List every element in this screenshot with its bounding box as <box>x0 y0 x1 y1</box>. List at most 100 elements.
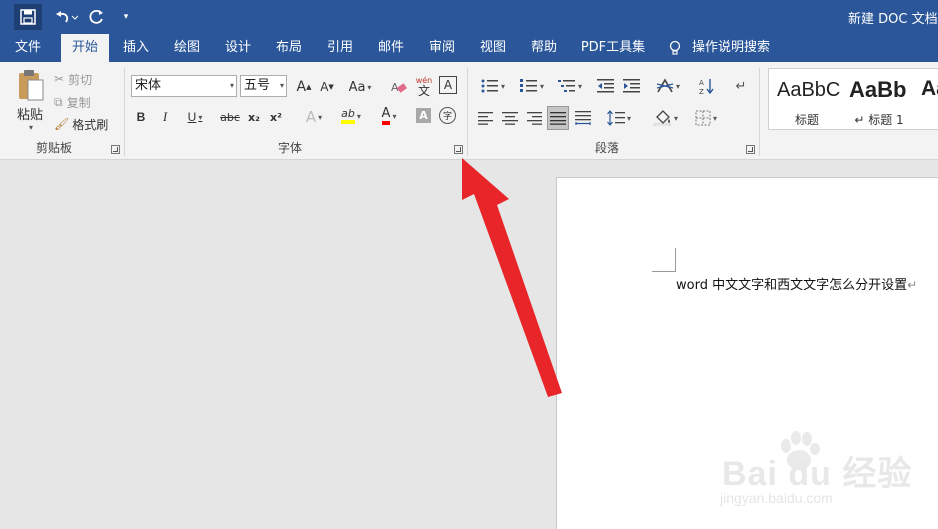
text-effects-icon: A <box>305 108 317 126</box>
style-sample: AaBb <box>849 77 907 102</box>
paste-icon <box>19 70 44 101</box>
document-paragraph[interactable]: word 中文文字和西文文字怎么分开设置 <box>676 278 907 293</box>
highlight-color-button[interactable]: ab ▾ <box>336 105 366 127</box>
clipboard-dialog-launcher[interactable] <box>111 145 120 154</box>
copy-label: 复制 <box>66 95 91 110</box>
tab-file[interactable]: 文件 <box>6 34 50 62</box>
watermark-url: jingyan.baidu.com <box>720 490 833 506</box>
enclose-characters-icon: 字 <box>442 112 452 122</box>
clipboard-group: 粘贴 ▾ ✂ 剪切 ⧉ 复制 🖌 格式刷 剪贴板 <box>0 62 124 160</box>
enclose-characters-button[interactable]: 字 <box>439 107 456 124</box>
character-shading-button[interactable]: A <box>416 108 431 123</box>
customize-quick-access-button[interactable]: ▾ <box>118 4 134 30</box>
superscript-button[interactable]: x² <box>267 107 285 127</box>
title-bar: ▾ 新建 DOC 文档.d <box>0 0 938 34</box>
chinese-layout-icon <box>656 78 674 93</box>
cut-button[interactable]: ✂ 剪切 <box>54 69 92 89</box>
tab-help[interactable]: 帮助 <box>523 34 565 62</box>
distributed-button[interactable] <box>573 107 593 129</box>
document-text[interactable]: word 中文文字和西文文字怎么分开设置↵ <box>676 274 917 293</box>
highlighter-icon: ab <box>341 108 355 124</box>
format-painter-button[interactable]: 🖌 格式刷 <box>54 114 108 134</box>
show-hide-marks-button[interactable]: ↵ <box>731 75 751 97</box>
tab-mailings[interactable]: 邮件 <box>370 34 412 62</box>
decrease-indent-icon <box>597 79 614 93</box>
tab-pdf-tools[interactable]: PDF工具集 <box>578 34 648 62</box>
tab-view[interactable]: 视图 <box>472 34 514 62</box>
justify-button[interactable] <box>547 106 569 130</box>
sort-icon: A Z <box>699 79 714 95</box>
character-border-button[interactable]: A <box>439 76 457 94</box>
copy-button[interactable]: ⧉ 复制 <box>54 92 91 112</box>
copy-icon: ⧉ <box>54 94 63 109</box>
font-color-button[interactable]: A ▾ <box>374 105 404 127</box>
increase-indent-button[interactable] <box>621 75 643 97</box>
style-item-heading-2[interactable]: Aa <box>913 69 938 129</box>
font-group-label: 字体 <box>277 141 302 155</box>
font-name-combobox[interactable]: 宋体 ▾ <box>131 75 237 97</box>
style-sample: AaBbC <box>777 79 841 101</box>
chevron-down-icon: ▾ <box>123 12 129 22</box>
chevron-down-icon[interactable]: ▾ <box>230 76 234 96</box>
phonetic-guide-button[interactable]: wén 文 <box>414 74 434 98</box>
tab-home[interactable]: 开始 <box>61 34 109 62</box>
align-right-button[interactable] <box>524 107 544 129</box>
styles-gallery: AaBbC 标题 AaBb ↵ 标题 1 Aa <box>768 68 938 130</box>
tab-insert[interactable]: 插入 <box>115 34 157 62</box>
numbering-button[interactable]: ▾ <box>515 75 549 97</box>
tell-me-search[interactable]: 操作说明搜索 <box>692 34 772 62</box>
align-left-icon <box>478 112 493 125</box>
chinese-layout-button[interactable]: ▾ <box>651 75 685 97</box>
shading-button[interactable]: ▾ <box>649 107 683 129</box>
tab-draw[interactable]: 绘图 <box>166 34 208 62</box>
paste-label: 粘贴 <box>16 108 43 123</box>
italic-button[interactable]: I <box>157 107 173 127</box>
multilevel-list-icon <box>557 80 575 92</box>
save-button[interactable] <box>14 4 42 30</box>
paste-button[interactable]: 粘贴 ▾ <box>10 66 50 134</box>
align-left-button[interactable] <box>476 107 496 129</box>
paragraph-mark-icon: ↵ <box>735 78 747 94</box>
document-title: 新建 DOC 文档.d <box>848 12 938 27</box>
ribbon-tab-bar: 文件 开始 插入 绘图 设计 布局 引用 邮件 审阅 视图 帮助 PDF工具集 … <box>0 34 938 62</box>
change-case-button[interactable]: Aa ▾ <box>344 77 376 97</box>
font-color-icon: A <box>381 107 391 125</box>
decrease-indent-button[interactable] <box>595 75 617 97</box>
chevron-down-icon[interactable]: ▾ <box>280 76 284 96</box>
character-shading-icon: A <box>419 109 428 122</box>
repeat-button[interactable] <box>86 4 108 30</box>
ribbon: 粘贴 ▾ ✂ 剪切 ⧉ 复制 🖌 格式刷 剪贴板 宋体 ▾ 五号 ▾ A ▲ A ▼… <box>0 62 938 160</box>
align-center-button[interactable] <box>500 107 520 129</box>
bullets-button[interactable]: ▾ <box>476 75 510 97</box>
subscript-button[interactable]: x₂ <box>245 107 263 127</box>
bold-icon: B <box>136 110 146 124</box>
borders-button[interactable]: ▾ <box>689 107 723 129</box>
style-item-heading-1[interactable]: AaBb ↵ 标题 1 <box>841 69 917 129</box>
text-effects-button[interactable]: A ▾ <box>300 107 328 127</box>
sort-button[interactable]: A Z <box>697 75 717 97</box>
numbered-list-icon <box>519 79 537 92</box>
shrink-font-button[interactable]: A ▼ <box>317 77 337 97</box>
bold-button[interactable]: B <box>133 107 149 127</box>
grow-font-button[interactable]: A ▲ <box>294 77 314 97</box>
tab-review[interactable]: 审阅 <box>421 34 463 62</box>
undo-button[interactable] <box>48 4 82 30</box>
strikethrough-button[interactable]: abc <box>218 107 242 127</box>
tab-references[interactable]: 引用 <box>319 34 361 62</box>
tab-design[interactable]: 设计 <box>217 34 259 62</box>
tab-layout[interactable]: 布局 <box>268 34 310 62</box>
style-name: ↵ 标题 1 <box>854 113 904 127</box>
font-dialog-launcher[interactable] <box>454 145 463 154</box>
style-item-title[interactable]: AaBbC 标题 <box>769 69 845 129</box>
subscript-icon: x₂ <box>248 110 260 124</box>
baidu-watermark: Bai du 经验 jingyan.baidu.com <box>712 430 911 515</box>
eraser-icon: A <box>391 81 407 94</box>
format-painter-label: 格式刷 <box>72 117 109 132</box>
font-size-combobox[interactable]: 五号 ▾ <box>240 75 287 97</box>
multilevel-list-button[interactable]: ▾ <box>553 75 587 97</box>
underline-button[interactable]: U ▾ <box>181 107 209 127</box>
style-sample: Aa <box>921 77 938 100</box>
clear-formatting-button[interactable]: A <box>390 77 408 97</box>
line-spacing-button[interactable]: ▾ <box>603 107 635 129</box>
paragraph-dialog-launcher[interactable] <box>746 145 755 154</box>
